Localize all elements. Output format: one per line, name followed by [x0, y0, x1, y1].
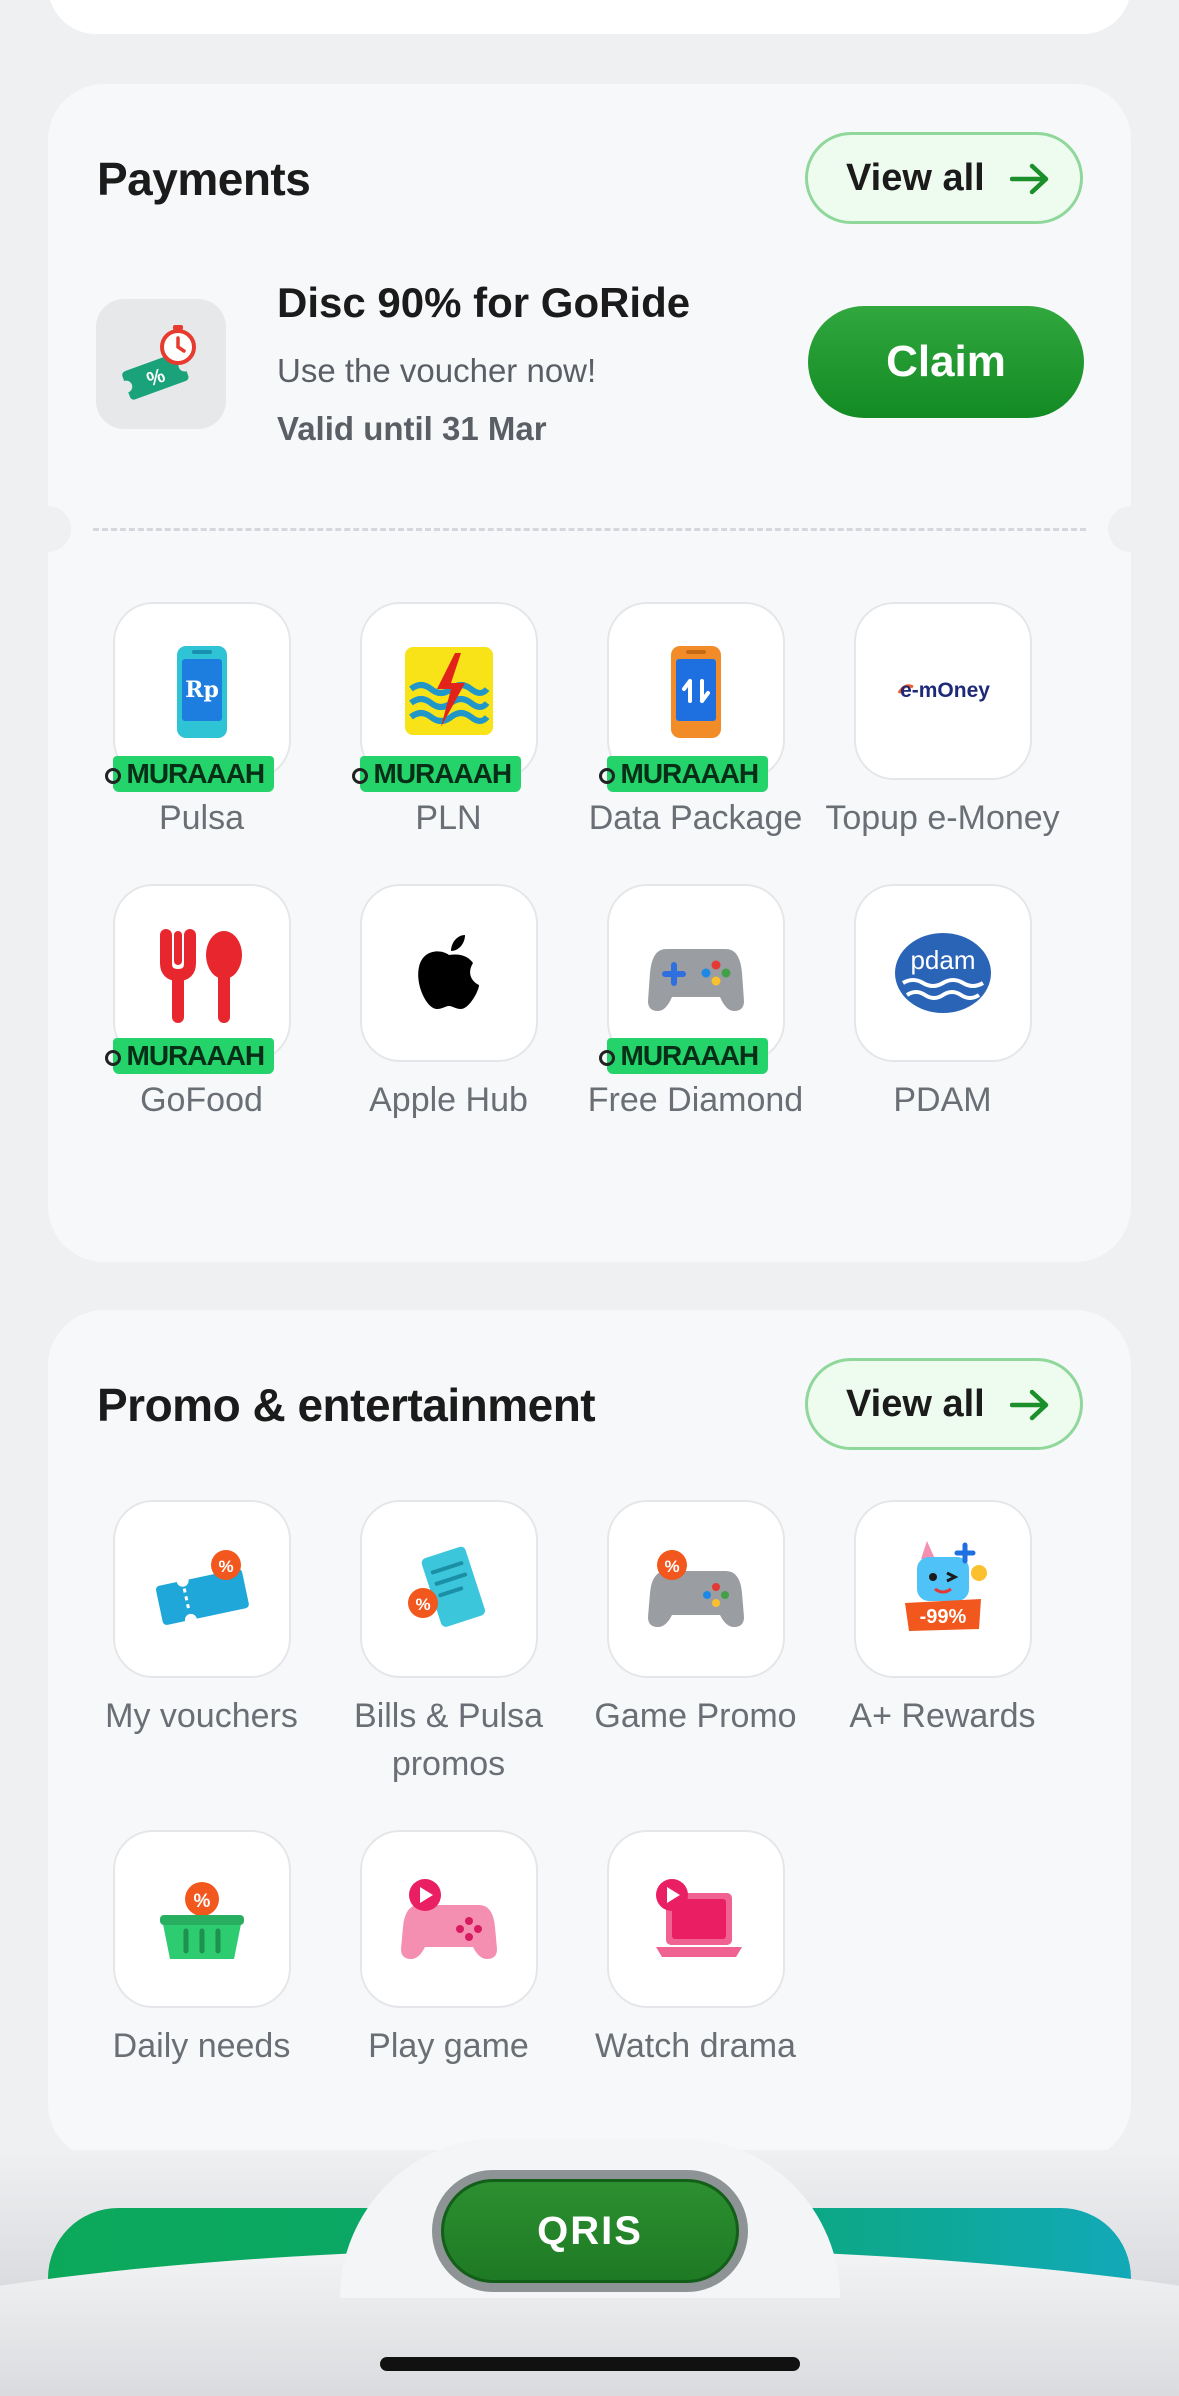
pln-logo-icon: [404, 647, 493, 735]
promo-item-watch-drama[interactable]: Watch drama: [572, 1830, 819, 2070]
phone-rp-icon: Rp: [176, 646, 227, 738]
pdam-text: pdam: [910, 945, 975, 975]
arrow-right-icon: [1010, 1389, 1049, 1421]
ticket-notch-left: [25, 506, 71, 552]
item-label: PLN: [415, 799, 482, 837]
phone-data-icon: [670, 646, 721, 738]
arrow-right-icon: [1010, 163, 1049, 195]
payments-grid: Rp MURAAAH Pulsa MURAAAH PLN MURAAAH Dat…: [78, 602, 1066, 1124]
promo-item-play-game[interactable]: Play game: [325, 1830, 572, 2070]
view-all-label: View all: [846, 1382, 985, 1425]
my-vouchers-tile: %: [112, 1500, 291, 1678]
watch-drama-tile: [606, 1830, 785, 2008]
gofood-tile: MURAAAH: [104, 884, 291, 1074]
muraaah-badge: MURAAAH: [104, 1038, 275, 1074]
previous-card-bottom: [48, 0, 1131, 34]
svg-text:%: %: [193, 1891, 210, 1912]
payment-item-data-package[interactable]: MURAAAH Data Package: [572, 602, 819, 842]
item-label: Play game: [368, 2027, 529, 2065]
apple-hub-tile: [359, 884, 538, 1062]
game-promo-icon: %: [647, 1550, 744, 1627]
payment-item-apple-hub[interactable]: Apple Hub: [325, 884, 572, 1124]
emoney-text: e-mOney: [900, 679, 990, 702]
item-label: Data Package: [588, 799, 803, 837]
item-label: Daily needs: [112, 2027, 291, 2065]
item-label: Game Promo: [594, 1697, 797, 1735]
item-label: PDAM: [893, 1081, 992, 1119]
pln-tile: MURAAAH: [351, 602, 538, 792]
voucher-validity: Valid until 31 Mar: [277, 410, 547, 447]
bills-pulsa-tile: %: [359, 1500, 538, 1678]
item-label: My vouchers: [105, 1697, 298, 1735]
promo-item-a-plus-rewards[interactable]: -99% A+ Rewards: [819, 1500, 1066, 1788]
payment-item-topup-emoney[interactable]: e-mOney Topup e-Money: [819, 602, 1066, 842]
promo-item-my-vouchers[interactable]: % My vouchers: [78, 1500, 325, 1788]
promo-grid: % My vouchers % Bills & Pulsa promos % G…: [78, 1500, 1066, 2070]
bill-receipt-icon: %: [407, 1546, 485, 1627]
game-promo-tile: %: [606, 1500, 785, 1678]
item-label: Bills & Pulsa promos: [354, 1697, 543, 1783]
svg-text:%: %: [218, 1557, 233, 1576]
play-game-tile: [359, 1830, 538, 2008]
gofood-icon: [159, 929, 242, 1023]
muraaah-badge: MURAAAH: [598, 1038, 769, 1074]
claim-button[interactable]: Claim: [808, 306, 1084, 418]
payment-item-pulsa[interactable]: Rp MURAAAH Pulsa: [78, 602, 325, 842]
voucher-icon: %: [96, 299, 226, 429]
qris-scan-button[interactable]: QRIS: [432, 2170, 748, 2292]
emoney-logo-icon: e-mOney: [897, 679, 990, 702]
muraaah-badge: MURAAAH: [351, 756, 522, 792]
pulsa-tile: Rp MURAAAH: [104, 602, 291, 792]
item-label: GoFood: [140, 1081, 263, 1119]
item-label: A+ Rewards: [849, 1697, 1036, 1735]
muraaah-badge: MURAAAH: [598, 756, 769, 792]
daily-needs-tile: %: [112, 1830, 291, 2008]
voucher-title: Disc 90% for GoRide: [277, 279, 691, 326]
apple-logo-icon: [406, 931, 491, 1015]
promo-item-bills-pulsa[interactable]: % Bills & Pulsa promos: [325, 1500, 572, 1788]
promo-view-all-button[interactable]: View all: [805, 1358, 1083, 1450]
discount-ticket-icon: %: [120, 325, 196, 400]
item-label: Free Diamond: [587, 1081, 804, 1119]
promo-item-game-promo[interactable]: % Game Promo: [572, 1500, 819, 1788]
ticket-notch-right: [1108, 506, 1154, 552]
a-plus-rewards-tile: -99%: [853, 1500, 1032, 1678]
watch-drama-icon: [655, 1879, 742, 1957]
voucher-subtitle: Use the voucher now!: [277, 352, 597, 389]
promo-title: Promo & entertainment: [97, 1379, 596, 1431]
play-game-icon: [400, 1879, 497, 1959]
payment-item-pdam[interactable]: pdam PDAM: [819, 884, 1066, 1124]
shopping-basket-icon: %: [159, 1882, 244, 1959]
svg-text:%: %: [415, 1595, 430, 1614]
item-label: Topup e-Money: [825, 799, 1060, 837]
qris-logo: QRIS: [441, 2179, 739, 2283]
pdam-logo-icon: pdam: [894, 933, 991, 1013]
data-package-tile: MURAAAH: [598, 602, 785, 792]
promo-card: Promo & entertainment View all % My vouc…: [48, 1310, 1131, 2160]
payment-item-gofood[interactable]: MURAAAH GoFood: [78, 884, 325, 1124]
payment-item-free-diamond[interactable]: MURAAAH Free Diamond: [572, 884, 819, 1124]
emoney-tile: e-mOney: [853, 602, 1032, 780]
rewards-discount-tag: -99%: [919, 1606, 966, 1628]
rewards-mascot-icon: -99%: [904, 1541, 987, 1631]
home-indicator: [380, 2357, 800, 2371]
payments-card: Payments View all % Disc 90% for GoRide …: [25, 84, 1154, 1262]
payment-item-pln[interactable]: MURAAAH PLN: [325, 602, 572, 842]
payments-title: Payments: [97, 153, 311, 205]
voucher-ticket-icon: %: [155, 1550, 249, 1626]
svg-text:%: %: [664, 1557, 679, 1576]
promo-item-daily-needs[interactable]: % Daily needs: [78, 1830, 325, 2070]
free-diamond-tile: MURAAAH: [598, 884, 785, 1074]
item-label: Pulsa: [158, 799, 245, 837]
muraaah-badge: MURAAAH: [104, 756, 275, 792]
dashed-divider: [93, 528, 1086, 531]
item-label: Apple Hub: [369, 1081, 528, 1119]
gamepad-icon: [647, 949, 744, 1011]
pdam-tile: pdam: [853, 884, 1032, 1062]
svg-text:Rp: Rp: [185, 677, 219, 703]
item-label: Watch drama: [595, 2027, 796, 2065]
payments-view-all-button[interactable]: View all: [805, 132, 1083, 224]
view-all-label: View all: [846, 156, 985, 199]
